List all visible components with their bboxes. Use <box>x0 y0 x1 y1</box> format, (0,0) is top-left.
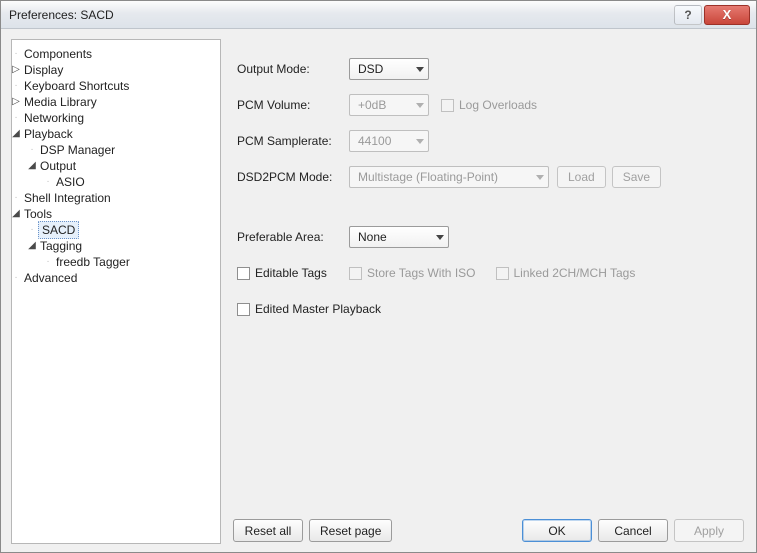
preferences-tree[interactable]: ·Components ▷Display ·Keyboard Shortcuts… <box>11 39 221 544</box>
main-pane: Output Mode: DSD PCM Volume: +0dB <box>231 39 746 544</box>
dsd2pcm-load-button: Load <box>557 166 606 188</box>
tree-asio[interactable]: ·ASIO <box>54 174 216 190</box>
reset-page-button[interactable]: Reset page <box>309 519 392 542</box>
expanded-icon: ◢ <box>11 206 22 222</box>
editable-tags-text: Editable Tags <box>255 266 327 280</box>
leaf-icon: · <box>42 254 54 270</box>
tree-dsp-manager[interactable]: ·DSP Manager <box>38 142 216 158</box>
apply-button: Apply <box>674 519 744 542</box>
linked-channels-text: Linked 2CH/MCH Tags <box>514 266 636 280</box>
tree-playback[interactable]: ◢Playback <box>22 126 216 142</box>
collapsed-icon: ▷ <box>11 62 22 78</box>
tree-root: ·Components ▷Display ·Keyboard Shortcuts… <box>16 46 216 286</box>
row-output-mode: Output Mode: DSD <box>237 57 736 81</box>
ok-button[interactable]: OK <box>522 519 592 542</box>
leaf-icon: · <box>11 78 22 94</box>
store-tags-iso-text: Store Tags With ISO <box>367 266 476 280</box>
dsd2pcm-label: DSD2PCM Mode: <box>237 170 349 184</box>
chevron-down-icon <box>436 235 444 240</box>
checkbox-icon <box>237 267 250 280</box>
dsd2pcm-select: Multistage (Floating-Point) <box>349 166 549 188</box>
dsd2pcm-save-button: Save <box>612 166 661 188</box>
footer-left: Reset all Reset page <box>233 519 392 542</box>
pcm-volume-label: PCM Volume: <box>237 98 349 112</box>
chevron-down-icon <box>536 175 544 180</box>
leaf-icon: · <box>11 270 22 286</box>
sacd-form: Output Mode: DSD PCM Volume: +0dB <box>231 39 746 513</box>
tree-shell-integration[interactable]: ·Shell Integration <box>22 190 216 206</box>
dialog-footer: Reset all Reset page OK Cancel Apply <box>231 513 746 544</box>
log-overloads-checkbox: Log Overloads <box>441 98 537 112</box>
help-button[interactable]: ? <box>674 5 702 25</box>
chevron-down-icon <box>416 67 424 72</box>
tree-components[interactable]: ·Components <box>22 46 216 62</box>
tree-tools[interactable]: ◢Tools <box>22 206 216 222</box>
pcm-samplerate-value: 44100 <box>358 134 391 148</box>
pcm-volume-value: +0dB <box>358 98 386 112</box>
row-edited-master: Edited Master Playback <box>237 297 736 321</box>
cancel-button[interactable]: Cancel <box>598 519 668 542</box>
leaf-icon: · <box>26 222 38 238</box>
edited-master-playback-checkbox[interactable]: Edited Master Playback <box>237 302 381 316</box>
output-mode-label: Output Mode: <box>237 62 349 76</box>
pcm-samplerate-label: PCM Samplerate: <box>237 134 349 148</box>
tree-sacd[interactable]: ·SACD <box>38 222 216 238</box>
linked-channels-checkbox: Linked 2CH/MCH Tags <box>496 266 636 280</box>
checkbox-icon <box>237 303 250 316</box>
close-icon: X <box>723 7 732 22</box>
footer-right: OK Cancel Apply <box>522 519 744 542</box>
tree-output[interactable]: ◢Output <box>38 158 216 174</box>
close-button[interactable]: X <box>704 5 750 25</box>
leaf-icon: · <box>42 174 54 190</box>
tree-advanced[interactable]: ·Advanced <box>22 270 216 286</box>
reset-all-button[interactable]: Reset all <box>233 519 303 542</box>
log-overloads-text: Log Overloads <box>459 98 537 112</box>
tree-networking[interactable]: ·Networking <box>22 110 216 126</box>
row-tag-options: Editable Tags Store Tags With ISO Linked… <box>237 261 736 285</box>
row-preferable-area: Preferable Area: None <box>237 225 736 249</box>
preferable-area-label: Preferable Area: <box>237 230 349 244</box>
help-icon: ? <box>684 8 691 22</box>
window-title: Preferences: SACD <box>9 8 674 22</box>
pcm-volume-select: +0dB <box>349 94 429 116</box>
titlebar: Preferences: SACD ? X <box>1 1 756 29</box>
tree-keyboard-shortcuts[interactable]: ·Keyboard Shortcuts <box>22 78 216 94</box>
row-pcm-samplerate: PCM Samplerate: 44100 <box>237 129 736 153</box>
output-mode-value: DSD <box>358 62 383 76</box>
chevron-down-icon <box>416 139 424 144</box>
leaf-icon: · <box>11 110 22 126</box>
preferences-window: Preferences: SACD ? X ·Components ▷Displ… <box>0 0 757 553</box>
expanded-icon: ◢ <box>26 238 38 254</box>
titlebar-buttons: ? X <box>674 5 750 25</box>
edited-master-playback-text: Edited Master Playback <box>255 302 381 316</box>
leaf-icon: · <box>26 142 38 158</box>
checkbox-icon <box>349 267 362 280</box>
preferable-area-value: None <box>358 230 387 244</box>
tree-tagging[interactable]: ◢Tagging <box>38 238 216 254</box>
store-tags-iso-checkbox: Store Tags With ISO <box>349 266 476 280</box>
preferable-area-select[interactable]: None <box>349 226 449 248</box>
row-pcm-volume: PCM Volume: +0dB Log Overloads <box>237 93 736 117</box>
leaf-icon: · <box>11 190 22 206</box>
tree-media-library[interactable]: ▷Media Library <box>22 94 216 110</box>
editable-tags-checkbox[interactable]: Editable Tags <box>237 266 349 280</box>
tree-display[interactable]: ▷Display <box>22 62 216 78</box>
pcm-samplerate-select: 44100 <box>349 130 429 152</box>
checkbox-icon <box>496 267 509 280</box>
checkbox-icon <box>441 99 454 112</box>
leaf-icon: · <box>11 46 22 62</box>
row-dsd2pcm: DSD2PCM Mode: Multistage (Floating-Point… <box>237 165 736 189</box>
window-body: ·Components ▷Display ·Keyboard Shortcuts… <box>1 29 756 552</box>
expanded-icon: ◢ <box>11 126 22 142</box>
output-mode-select[interactable]: DSD <box>349 58 429 80</box>
dsd2pcm-value: Multistage (Floating-Point) <box>358 170 498 184</box>
chevron-down-icon <box>416 103 424 108</box>
expanded-icon: ◢ <box>26 158 38 174</box>
tree-freedb-tagger[interactable]: ·freedb Tagger <box>54 254 216 270</box>
collapsed-icon: ▷ <box>11 94 22 110</box>
